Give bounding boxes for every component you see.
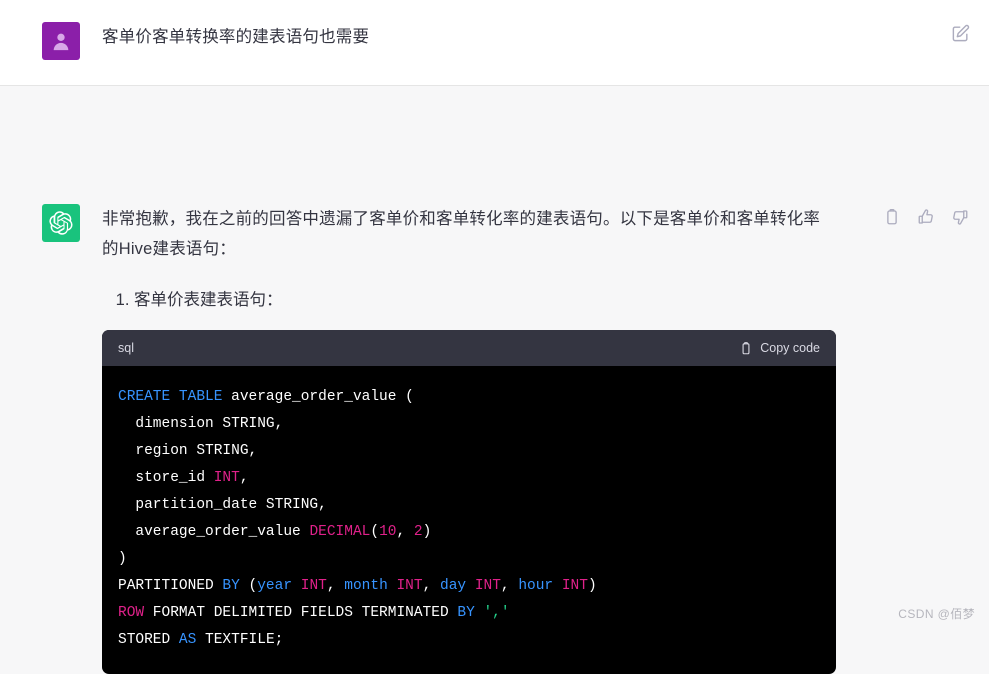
- user-message-content-column: 客单价客单转换率的建表语句也需要: [102, 0, 989, 52]
- thumbs-up-button[interactable]: [915, 206, 937, 228]
- assistant-avatar-column: [0, 86, 102, 242]
- code-token: DECIMAL: [309, 524, 371, 540]
- code-token: TEXTFILE;: [196, 632, 284, 648]
- code-token: ,: [422, 578, 440, 594]
- clipboard-icon: [742, 341, 750, 354]
- code-token: INT: [213, 470, 240, 486]
- code-token: 10: [379, 524, 397, 540]
- user-message-actions: [935, 22, 971, 44]
- code-token: (: [239, 578, 258, 594]
- code-token: ): [118, 551, 127, 567]
- code-block-content[interactable]: CREATE TABLE average_order_value ( dimen…: [102, 366, 836, 674]
- assistant-message-content-column: 非常抱歉，我在之前的回答中遗漏了客单价和客单转化率的建表语句。以下是客单价和客单…: [102, 86, 989, 674]
- code-token: INT: [561, 578, 588, 594]
- code-token: ROW: [118, 605, 145, 621]
- code-token: PARTITIONED: [118, 578, 223, 594]
- code-token: ,: [239, 470, 249, 486]
- code-token: year: [257, 578, 293, 594]
- code-token: INT: [396, 578, 423, 594]
- list-item: 客单价表建表语句：: [134, 286, 867, 314]
- code-token: day: [440, 578, 467, 594]
- code-token: region STRING,: [118, 443, 258, 459]
- copy-code-label: Copy code: [760, 341, 820, 355]
- code-token: hour: [518, 578, 554, 594]
- code-block: sql Copy code CREATE TABLE average_order…: [102, 330, 836, 674]
- code-token: dimension STRING,: [118, 416, 284, 432]
- code-token: partition_date STRING,: [118, 497, 327, 513]
- person-avatar-icon: [53, 33, 69, 51]
- chatgpt-logo-icon: [49, 211, 73, 235]
- edit-pencil-square-icon: [952, 24, 969, 41]
- list-item-label: 客单价表建表语句：: [134, 291, 283, 309]
- code-language-label: sql: [118, 341, 134, 355]
- assistant-message-row: 非常抱歉，我在之前的回答中遗漏了客单价和客单转化率的建表语句。以下是客单价和客单…: [0, 86, 989, 674]
- code-token: store_id: [118, 470, 214, 486]
- code-token: (: [370, 524, 380, 540]
- code-token: ,: [500, 578, 519, 594]
- code-token: BY: [222, 578, 240, 594]
- user-avatar: [42, 22, 80, 60]
- user-avatar-column: [0, 0, 102, 60]
- assistant-message-actions: [867, 204, 971, 228]
- code-token: CREATE TABLE: [118, 389, 223, 405]
- thumbs-down-icon: [953, 210, 968, 225]
- code-token: ): [422, 524, 432, 540]
- code-token: month: [344, 578, 388, 594]
- code-token: ',': [483, 605, 510, 621]
- edit-message-button[interactable]: [949, 22, 971, 44]
- thumbs-up-icon: [918, 209, 933, 224]
- csdn-watermark: CSDN @佰梦: [898, 607, 975, 621]
- user-message-text: 客单价客单转换率的建表语句也需要: [102, 28, 370, 46]
- copy-code-button[interactable]: Copy code: [739, 341, 820, 356]
- code-token: 2: [413, 524, 423, 540]
- copy-response-button[interactable]: [881, 206, 903, 228]
- code-token: average_order_value (: [222, 389, 414, 405]
- assistant-ordered-list: 客单价表建表语句：: [102, 286, 867, 314]
- code-token: INT: [474, 578, 501, 594]
- code-token: ,: [326, 578, 345, 594]
- assistant-avatar: [42, 204, 80, 242]
- code-token: AS: [178, 632, 197, 648]
- code-token: STORED: [118, 632, 179, 648]
- assistant-paragraph: 非常抱歉，我在之前的回答中遗漏了客单价和客单转化率的建表语句。以下是客单价和客单…: [102, 210, 821, 258]
- code-token: average_order_value: [118, 524, 310, 540]
- code-token: FORMAT DELIMITED FIELDS TERMINATED: [144, 605, 458, 621]
- code-token: INT: [300, 578, 327, 594]
- code-token: BY: [457, 605, 475, 621]
- user-message-row: 客单价客单转换率的建表语句也需要: [0, 0, 989, 86]
- user-message-body: 客单价客单转换率的建表语句也需要: [102, 22, 935, 52]
- code-token: ,: [396, 524, 414, 540]
- assistant-message-body: 非常抱歉，我在之前的回答中遗漏了客单价和客单转化率的建表语句。以下是客单价和客单…: [102, 204, 867, 674]
- code-token: ): [587, 578, 597, 594]
- code-block-header: sql Copy code: [102, 330, 836, 366]
- copy-icon: [887, 208, 897, 225]
- thumbs-down-button[interactable]: [949, 206, 971, 228]
